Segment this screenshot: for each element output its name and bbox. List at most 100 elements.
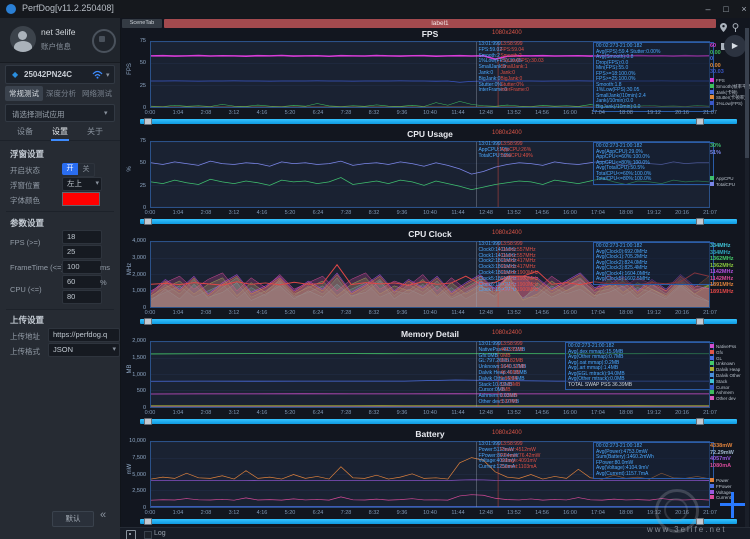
float-pos-select[interactable]: 左上▾ xyxy=(62,177,102,191)
scene-tab-button[interactable]: SceneTab xyxy=(122,19,162,28)
x-tick-label: 6:24 xyxy=(307,410,329,416)
scrollbar-handle-left[interactable] xyxy=(144,318,152,325)
x-tick-label: 16:00 xyxy=(559,210,581,216)
scrollbar-handle-left[interactable] xyxy=(144,518,152,525)
tab-about[interactable]: 关于 xyxy=(80,126,110,137)
close-button[interactable]: × xyxy=(736,2,750,16)
minimize-button[interactable]: – xyxy=(700,2,716,16)
legend-swatch xyxy=(710,478,714,482)
tab-normal-test[interactable]: 常规测试 xyxy=(5,86,43,101)
x-tick-label: 7:28 xyxy=(335,310,357,316)
x-tick-label: 6:24 xyxy=(307,110,329,116)
current-values: 600.0000.0030.03 xyxy=(710,43,724,76)
vertical-scrollbar-thumb[interactable] xyxy=(745,28,749,158)
cpu-threshold-input-2[interactable]: 80 xyxy=(62,290,102,304)
time-range-scrollbar[interactable] xyxy=(140,319,737,324)
x-tick-label: 10:40 xyxy=(419,210,441,216)
current-values: 334MHz334MHz1362MHz1362MHz1142MHz1142MHz… xyxy=(710,243,734,295)
time-range-scrollbar[interactable] xyxy=(140,419,737,424)
cpu-threshold-input-1[interactable]: 60 xyxy=(62,275,102,289)
cursor-tooltip-red: 13:58:999Clock0:557MHzClock1:557MHzClock… xyxy=(500,242,538,294)
legend-swatch xyxy=(710,84,714,88)
legend-item[interactable]: Smooth(帧率平稳度) xyxy=(710,84,750,90)
font-color-swatch[interactable] xyxy=(62,192,100,206)
scrollbar-handle-left[interactable] xyxy=(144,218,152,225)
toggle-off[interactable]: 关 xyxy=(78,163,95,177)
legend-item[interactable]: 1%Low(FPS) xyxy=(710,101,750,107)
legend: AppCPUTotalCPU xyxy=(710,176,735,188)
stats-line: TOTAL SWAP PSS 36.39MB xyxy=(568,383,711,389)
record-button[interactable] xyxy=(92,29,116,53)
scrollbar-handle-right[interactable] xyxy=(696,318,704,325)
scene-label-bar[interactable]: label1 xyxy=(164,19,716,28)
x-tick-label: 13:52 xyxy=(503,410,525,416)
log-checkbox[interactable] xyxy=(144,531,152,539)
scrollbar-handle-right[interactable] xyxy=(696,418,704,425)
toggle-on[interactable]: 开 xyxy=(62,163,78,175)
time-range-scrollbar[interactable] xyxy=(140,519,737,524)
x-tick-label: 18:08 xyxy=(615,410,637,416)
chevron-down-icon: ▾ xyxy=(106,71,110,79)
legend-swatch xyxy=(710,101,714,105)
frametime-unit: ms xyxy=(100,263,110,272)
legend: NativePssGfxGLUnknownDalvik HeapDalvik O… xyxy=(710,344,741,402)
scrollbar-handle-left[interactable] xyxy=(144,118,152,125)
legend-item[interactable]: Dalvik Other xyxy=(710,373,741,379)
perfdog-window: PerfDog[v11.2.250408] – □ × net 3elife 账… xyxy=(0,0,750,539)
x-tick-label: 8:32 xyxy=(363,210,385,216)
account-info-link[interactable]: 账户信息 xyxy=(41,41,71,52)
legend-item[interactable]: TotalCPU xyxy=(710,182,735,188)
legend-item[interactable]: Other dev xyxy=(710,396,741,402)
x-tick-label: 8:32 xyxy=(363,310,385,316)
tab-network-test[interactable]: 网络测试 xyxy=(79,86,115,101)
device-selector[interactable]: ◆ 25042PN24C ▾ xyxy=(5,65,115,84)
current-value: 30.03 xyxy=(710,69,724,76)
tooltip-line: Clock7:1900MHz xyxy=(500,288,538,294)
x-tick-label: 14:56 xyxy=(531,210,553,216)
x-tick-label: 19:12 xyxy=(643,210,665,216)
maximize-button[interactable]: □ xyxy=(718,2,734,16)
y-tick-label: 2,000 xyxy=(120,338,146,344)
x-tick-label: 12:48 xyxy=(475,510,497,516)
legend-swatch xyxy=(710,385,714,389)
app-select-dropdown[interactable]: 请选择测试应用 ▾ xyxy=(5,104,115,122)
legend-item[interactable]: NativePss xyxy=(710,344,741,350)
scrollbar-handle-left[interactable] xyxy=(144,418,152,425)
time-range-scrollbar[interactable] xyxy=(140,219,737,224)
x-tick-label: 17:04 xyxy=(587,510,609,516)
x-tick-label: 21:07 xyxy=(699,310,721,316)
x-tick-label: 5:20 xyxy=(279,110,301,116)
frametime-input[interactable]: 100 xyxy=(62,260,102,274)
scrollbar-handle-right[interactable] xyxy=(696,218,704,225)
upload-format-select[interactable]: JSON▾ xyxy=(48,343,120,357)
x-tick-label: 11:44 xyxy=(447,510,469,516)
legend-swatch xyxy=(710,379,714,383)
upload-url-input[interactable]: https://perfdog.q xyxy=(48,328,120,342)
y-tick-label: 2,000 xyxy=(120,272,146,278)
legend-item[interactable]: Current xyxy=(710,495,732,501)
time-range-scrollbar[interactable] xyxy=(140,119,737,124)
frametime-label: FrameTime (<=) xyxy=(10,263,64,272)
play-button[interactable]: ▶ xyxy=(724,35,746,57)
x-tick-label: 7:28 xyxy=(335,110,357,116)
fps-threshold-input-2[interactable]: 25 xyxy=(62,245,102,259)
scrollbar-handle-right[interactable] xyxy=(696,118,704,125)
tab-deep-analysis[interactable]: 深度分析 xyxy=(43,86,79,101)
screenshot-icon[interactable] xyxy=(126,530,136,539)
x-tick-label: 13:52 xyxy=(503,310,525,316)
default-button[interactable]: 默认 xyxy=(52,511,94,527)
collapse-sidebar-icon[interactable]: « xyxy=(100,509,106,521)
stats-line: TotalCPU<=80%:100.0% xyxy=(596,177,711,183)
scene-bar: SceneTab label1 xyxy=(120,18,750,28)
current-value: 4057mV xyxy=(710,456,734,463)
tab-device[interactable]: 设备 xyxy=(10,126,40,137)
fps-threshold-input-1[interactable]: 18 xyxy=(62,230,102,244)
tab-settings[interactable]: 设置 xyxy=(45,126,75,141)
stats-block: 00:02:273-21:00:182Avg(Power):4753.0mWSu… xyxy=(593,442,714,479)
chart-title: FPS xyxy=(150,29,710,39)
stats-block: 00:02:273-21:00:182Avg(FPS):59.4 Stutter… xyxy=(593,42,714,112)
x-tick-label: 11:44 xyxy=(447,410,469,416)
chevron-down-icon: ▾ xyxy=(95,178,99,189)
x-tick-label: 17:04 xyxy=(587,410,609,416)
x-tick-label: 21:07 xyxy=(699,210,721,216)
